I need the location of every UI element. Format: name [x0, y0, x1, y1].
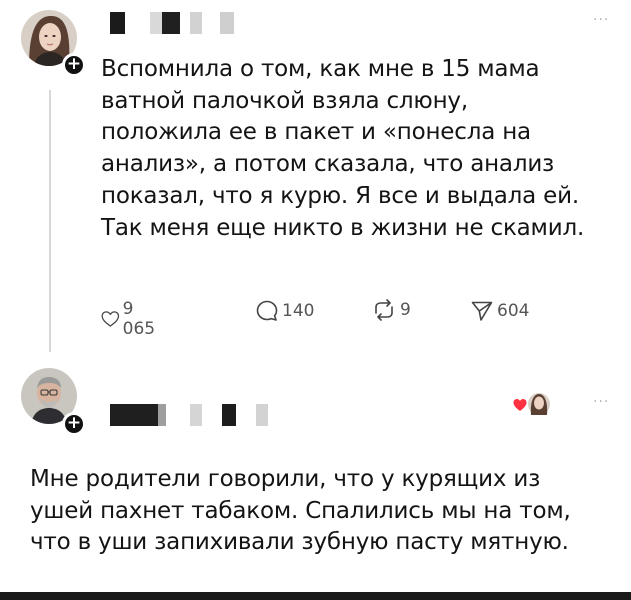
heart-icon [101, 311, 120, 327]
author-username-redacted[interactable] [110, 404, 280, 426]
post-text-line: Мне родители говорили, что у курящих из [30, 466, 541, 492]
author-username-redacted[interactable] [110, 12, 250, 34]
post-text-line: Вспомнила о том, как мне в 15 мама [101, 56, 540, 82]
more-dots-icon[interactable]: ··· [593, 12, 609, 28]
post-text-line: положила ее в пакет и «понесла на [101, 119, 531, 146]
post-1: + ··· Вспомнила о том, как мне в 15 мама… [0, 0, 631, 360]
post-2: + ··· Мне родители говорили, что у курящ… [0, 360, 631, 592]
post-text: Мне родители говорили, что у курящих из … [30, 464, 620, 559]
thread-line [49, 90, 51, 352]
repost-count: 9 [400, 300, 411, 320]
post-text: Вспомнила о том, как мне в 15 мама ватно… [101, 54, 621, 244]
send-icon [471, 301, 493, 321]
post-text-line: анализ», а потом сказала, что анализ [101, 151, 555, 178]
share-button[interactable]: 604 [470, 299, 529, 323]
comment-button[interactable]: 140 [255, 299, 314, 323]
more-dots-icon[interactable]: ··· [593, 394, 609, 410]
post-text-line: что в уши запихивали зубную пасту мятную… [30, 529, 569, 556]
post-text-line: показал, что я курю. Я все и выдала ей. [101, 182, 579, 209]
like-count: 9 065 [122, 299, 156, 339]
post-text-line: ватной палочкой взяла слюну, [101, 87, 468, 114]
share-count: 604 [497, 301, 530, 321]
post-text-line: ушей пахнет табаком. Спалились мы на том… [30, 497, 571, 524]
repost-button[interactable]: 9 [371, 299, 411, 321]
liked-by-author-icon [512, 389, 552, 419]
follow-plus-icon[interactable]: + [62, 412, 86, 436]
bottom-bar [0, 592, 631, 600]
follow-plus-icon[interactable]: + [62, 53, 86, 77]
post-text-line: Так меня еще никто в жизни не скамил. [101, 214, 585, 241]
comment-count: 140 [282, 301, 315, 321]
like-button[interactable]: 9 065 [101, 299, 160, 339]
repost-icon [375, 299, 393, 321]
comment-icon [256, 300, 278, 321]
